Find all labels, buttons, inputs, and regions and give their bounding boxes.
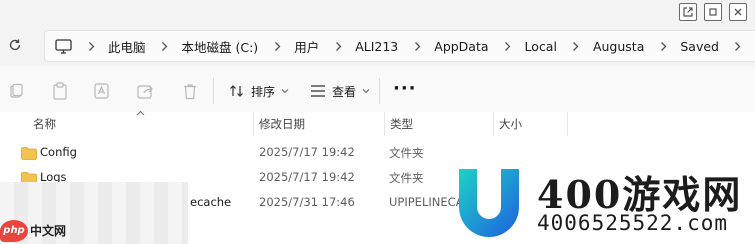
file-name: Config [40, 145, 77, 159]
share-icon[interactable] [137, 82, 155, 100]
breadcrumb-augusta[interactable]: Augusta [593, 39, 644, 54]
breadcrumb-saved[interactable]: Saved [680, 39, 719, 54]
command-bar: 排序 查看 ··· [0, 66, 755, 116]
chevron-right-icon [160, 41, 170, 52]
restore-icon[interactable] [704, 3, 722, 21]
paste-icon[interactable] [51, 82, 69, 100]
folder-icon [21, 145, 37, 160]
toolbar-divider [213, 78, 214, 104]
delete-icon[interactable] [181, 82, 199, 100]
column-divider[interactable] [253, 112, 254, 136]
monitor-icon [55, 38, 72, 54]
sort-ascending-icon [136, 110, 145, 116]
column-divider[interactable] [384, 112, 385, 136]
column-header-type[interactable]: 类型 [390, 116, 413, 132]
file-name: ecache [190, 195, 232, 209]
chevron-right-icon [86, 41, 96, 52]
sort-button[interactable]: 排序 [229, 81, 289, 101]
sort-label: 排序 [251, 84, 276, 99]
chevron-right-icon [333, 41, 343, 52]
close-icon[interactable] [729, 3, 747, 21]
refresh-icon[interactable] [7, 37, 23, 53]
file-type: 文件夹 [389, 146, 424, 160]
chevron-down-icon [281, 88, 289, 94]
toolbar-divider [379, 78, 380, 104]
more-options-button[interactable]: ··· [393, 80, 417, 98]
u-logo-icon [459, 169, 519, 237]
column-divider[interactable] [493, 112, 494, 136]
open-external-icon[interactable] [679, 3, 697, 21]
file-modified: 2025/7/31 17:46 [259, 195, 355, 209]
file-modified: 2025/7/17 19:42 [259, 170, 355, 184]
php-badge: php [0, 219, 28, 242]
file-modified: 2025/7/17 19:42 [259, 145, 355, 159]
column-header-row: 名称 修改日期 类型 大小 [0, 110, 755, 136]
watermark-phone: 4006525522.com [537, 211, 729, 235]
breadcrumb-local-disk[interactable]: 本地磁盘 (C:) [182, 37, 259, 56]
title-bar [0, 0, 755, 26]
file-type: 文件夹 [389, 171, 424, 185]
breadcrumb-local[interactable]: Local [525, 39, 557, 54]
chevron-right-icon [412, 41, 422, 52]
breadcrumb-this-pc[interactable]: 此电脑 [108, 37, 146, 56]
cut-icon[interactable] [7, 82, 25, 100]
chevron-right-icon [503, 41, 513, 52]
address-bar[interactable]: 此电脑 本地磁盘 (C:) 用户 ALI213 AppData Local Au… [44, 30, 755, 62]
rename-icon[interactable] [94, 82, 112, 100]
breadcrumb-appdata[interactable]: AppData [434, 39, 488, 54]
sort-icon [229, 83, 245, 99]
column-header-size[interactable]: 大小 [499, 116, 522, 132]
address-row: 此电脑 本地磁盘 (C:) 用户 ALI213 AppData Local Au… [0, 26, 755, 66]
php-site-logo: php 中文网 [0, 217, 84, 244]
php-logo-text: 中文网 [30, 224, 67, 238]
view-label: 查看 [332, 84, 357, 99]
window-controls [679, 3, 747, 21]
chevron-down-icon [362, 88, 370, 94]
chevron-right-icon [272, 41, 282, 52]
column-header-modified[interactable]: 修改日期 [259, 116, 305, 132]
breadcrumb-user-folder[interactable]: ALI213 [355, 39, 398, 54]
column-header-name[interactable]: 名称 [33, 116, 56, 132]
file-type: UPIPELINECA [389, 195, 464, 209]
chevron-right-icon [733, 41, 743, 52]
chevron-right-icon [571, 41, 581, 52]
chevron-right-icon [658, 41, 668, 52]
breadcrumb-users[interactable]: 用户 [294, 37, 319, 56]
site-watermark: 400游戏网 4006525522.com [455, 160, 755, 244]
view-button[interactable]: 查看 [310, 81, 370, 101]
view-list-icon [310, 84, 326, 98]
column-divider[interactable] [567, 112, 568, 136]
